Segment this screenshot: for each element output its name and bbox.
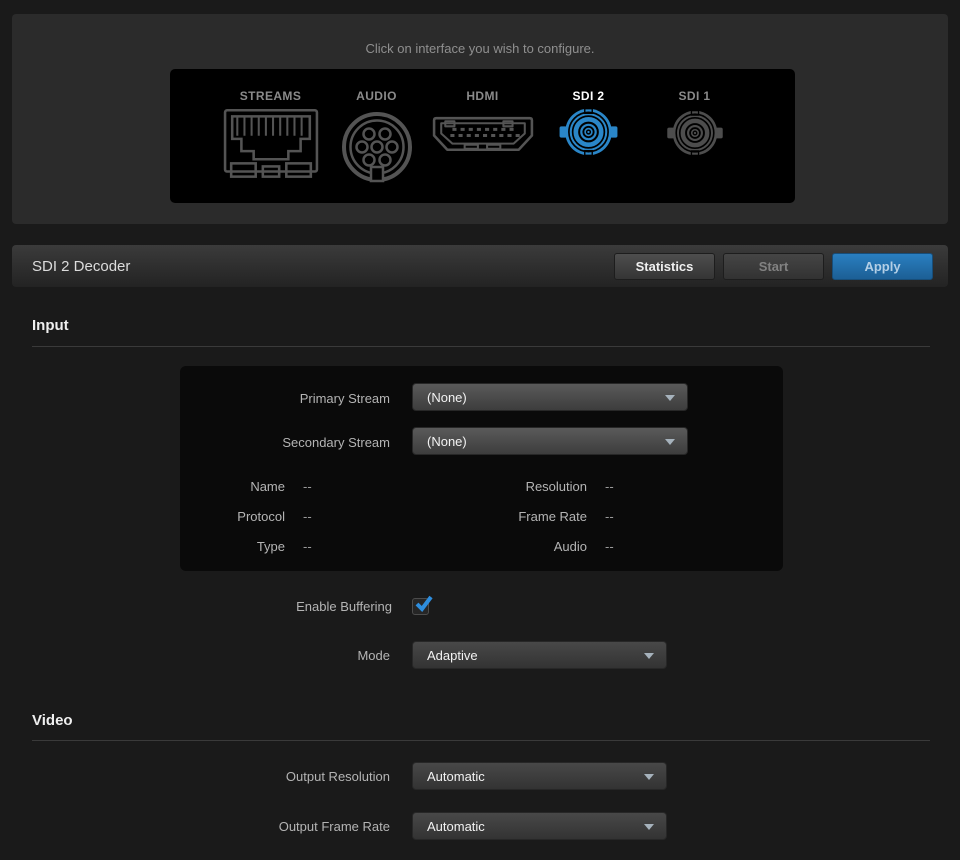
decoder-header-bar: SDI 2 Decoder Statistics Start Apply bbox=[12, 245, 948, 287]
bnc-icon-active bbox=[536, 103, 642, 191]
interface-sdi2-label: SDI 2 bbox=[572, 89, 604, 103]
enable-buffering-checkbox[interactable] bbox=[412, 598, 429, 615]
interface-audio[interactable]: AUDIO bbox=[324, 89, 430, 203]
statistics-button[interactable]: Statistics bbox=[614, 253, 715, 280]
output-resolution-value: Automatic bbox=[427, 769, 485, 784]
resolution-label: Resolution bbox=[460, 479, 587, 494]
start-button[interactable]: Start bbox=[723, 253, 824, 280]
output-frame-rate-dropdown[interactable]: Automatic bbox=[412, 812, 667, 840]
interface-streams-label: STREAMS bbox=[240, 89, 301, 103]
interface-icon-box: STREAMS AUDIO bbox=[170, 69, 795, 203]
header-buttons: Statistics Start Apply bbox=[614, 253, 933, 280]
chevron-down-icon bbox=[644, 774, 654, 780]
secondary-stream-label: Secondary Stream bbox=[180, 435, 390, 450]
bnc-icon bbox=[642, 103, 748, 191]
enable-buffering-label: Enable Buffering bbox=[0, 599, 392, 614]
mode-label: Mode bbox=[0, 648, 390, 663]
page-title: SDI 2 Decoder bbox=[32, 258, 130, 275]
decoder-config-page: Click on interface you wish to configure… bbox=[0, 0, 960, 860]
chevron-down-icon bbox=[644, 824, 654, 830]
audio-label: Audio bbox=[460, 539, 587, 554]
video-section-divider bbox=[32, 740, 930, 741]
audio-din-icon bbox=[324, 103, 430, 191]
interface-sdi2[interactable]: SDI 2 bbox=[536, 89, 642, 203]
stream-info-panel: Primary Stream (None) Secondary Stream (… bbox=[180, 366, 783, 571]
chevron-down-icon bbox=[644, 653, 654, 659]
name-value: -- bbox=[303, 479, 312, 494]
interface-selector-panel: Click on interface you wish to configure… bbox=[12, 14, 948, 224]
chevron-down-icon bbox=[665, 439, 675, 445]
frame-rate-label: Frame Rate bbox=[460, 509, 587, 524]
secondary-stream-dropdown[interactable]: (None) bbox=[412, 427, 688, 455]
resolution-value: -- bbox=[605, 479, 614, 494]
input-section-heading: Input bbox=[32, 317, 69, 334]
interface-streams[interactable]: STREAMS bbox=[218, 89, 324, 203]
type-value: -- bbox=[303, 539, 312, 554]
interface-sdi1-label: SDI 1 bbox=[678, 89, 710, 103]
hdmi-icon bbox=[430, 103, 536, 191]
instruction-text: Click on interface you wish to configure… bbox=[12, 41, 948, 56]
output-resolution-label: Output Resolution bbox=[0, 769, 390, 784]
apply-button[interactable]: Apply bbox=[832, 253, 933, 280]
output-frame-rate-label: Output Frame Rate bbox=[0, 819, 390, 834]
type-label: Type bbox=[180, 539, 285, 554]
primary-stream-dropdown[interactable]: (None) bbox=[412, 383, 688, 411]
ethernet-icon bbox=[218, 103, 324, 191]
interface-audio-label: AUDIO bbox=[356, 89, 397, 103]
secondary-stream-value: (None) bbox=[427, 434, 467, 449]
input-section-divider bbox=[32, 346, 930, 347]
audio-value: -- bbox=[605, 539, 614, 554]
primary-stream-value: (None) bbox=[427, 390, 467, 405]
mode-dropdown[interactable]: Adaptive bbox=[412, 641, 667, 669]
protocol-value: -- bbox=[303, 509, 312, 524]
output-frame-rate-value: Automatic bbox=[427, 819, 485, 834]
interface-sdi1[interactable]: SDI 1 bbox=[642, 89, 748, 203]
interface-hdmi-label: HDMI bbox=[466, 89, 498, 103]
protocol-label: Protocol bbox=[180, 509, 285, 524]
output-resolution-dropdown[interactable]: Automatic bbox=[412, 762, 667, 790]
mode-value: Adaptive bbox=[427, 648, 478, 663]
video-section-heading: Video bbox=[32, 712, 73, 729]
chevron-down-icon bbox=[665, 395, 675, 401]
frame-rate-value: -- bbox=[605, 509, 614, 524]
interface-hdmi[interactable]: HDMI bbox=[430, 89, 536, 203]
primary-stream-label: Primary Stream bbox=[180, 391, 390, 406]
checkmark-icon bbox=[414, 594, 434, 614]
name-label: Name bbox=[180, 479, 285, 494]
